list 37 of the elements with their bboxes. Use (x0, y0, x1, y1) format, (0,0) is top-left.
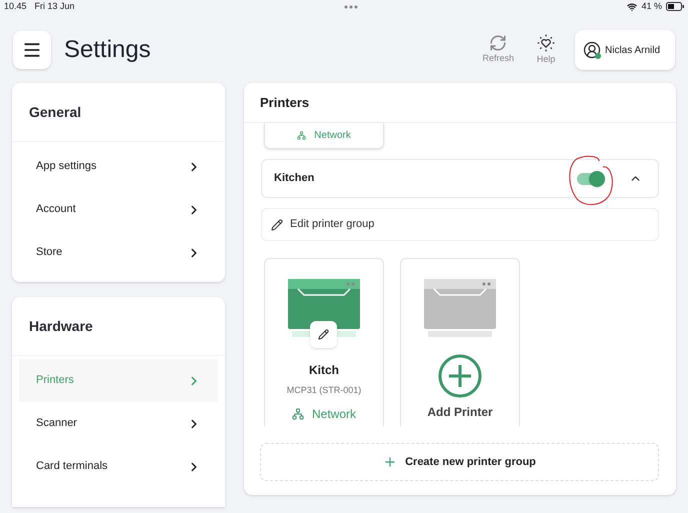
plus-icon (383, 455, 398, 469)
page-title: Settings (64, 35, 151, 65)
printer-group-header[interactable]: Kitchen (261, 159, 659, 198)
add-printer-card[interactable]: Add Printer (400, 258, 520, 426)
settings-menu-item[interactable]: Account (19, 188, 218, 231)
panel-title: Printers (244, 83, 676, 123)
printer-card[interactable]: Kitch MCP31 (STR-001) Network (264, 258, 384, 426)
settings-menu-item[interactable]: Store (19, 231, 218, 274)
network-icon (297, 131, 306, 140)
printer-card: Network (264, 123, 384, 149)
battery-percent: 41 % (641, 0, 662, 13)
status-date: Fri 13 Jun (34, 0, 75, 13)
edit-printer-button[interactable] (310, 321, 337, 348)
pencil-icon (271, 218, 283, 230)
create-group-button[interactable]: Create new printer group (260, 443, 659, 481)
more-dots-icon (344, 4, 358, 8)
user-button[interactable]: Niclas Arnild (575, 30, 675, 70)
wifi-icon (627, 2, 638, 12)
settings-menu-item[interactable]: Scanner (19, 402, 218, 445)
status-time: 10.45 (4, 0, 27, 13)
printer-model: MCP31 (STR-001) (286, 384, 362, 397)
edit-group-button[interactable]: Edit printer group (261, 208, 659, 241)
add-printer-label: Add Printer (427, 404, 493, 421)
battery-icon (666, 2, 684, 11)
printer-name: Kitch (309, 362, 339, 379)
section-title: General (12, 83, 225, 142)
settings-menu-item[interactable]: Card terminals (19, 445, 218, 488)
connection-label: Network (292, 404, 356, 422)
add-circle-icon (438, 354, 482, 398)
heart-sun-icon (536, 33, 556, 54)
network-icon (292, 408, 304, 420)
settings-menu-item[interactable]: App settings (19, 145, 218, 188)
section-title: Hardware (12, 297, 225, 356)
menu-button[interactable] (13, 31, 51, 69)
refresh-icon (489, 34, 508, 52)
pencil-icon (318, 329, 329, 340)
toggle-switch[interactable] (577, 172, 603, 184)
